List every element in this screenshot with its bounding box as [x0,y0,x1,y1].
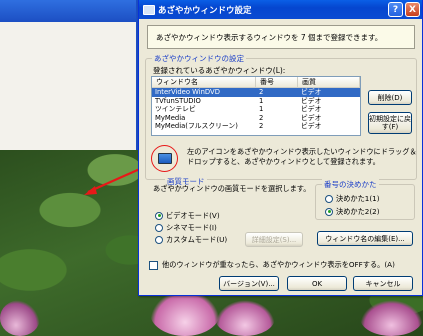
cinema-mode-radio[interactable]: シネマモード(I) [155,222,217,233]
edit-window-name-button[interactable]: ウィンドウ名の編集(E)... [317,231,413,246]
background-window-titlebar [0,0,140,22]
reset-defaults-button[interactable]: 初期設定に戻す(F) [368,112,412,134]
list-item-quality: ビデオ [301,113,322,122]
column-header-number[interactable]: 番号 [256,77,298,87]
method-2-radio[interactable]: 決めかた2(2) [325,206,380,217]
list-item-number: 1 [259,96,264,105]
dialog-title: あざやかウィンドウ設定 [158,5,252,16]
registered-list-label: 登録されているあざやかウィンドウ(L): [153,66,286,75]
list-item-name: ツインテレビ [155,105,196,114]
monitor-icon [157,153,172,164]
list-item[interactable]: MyMedia(フルスクリーン) 2 ビデオ [152,122,360,131]
list-item[interactable]: MyMedia 2 ビデオ [152,114,360,123]
version-button[interactable]: バージョン(V)... [219,276,279,291]
drag-instruction-text: 左のアイコンをあざやかウィンドウ表示したいウィンドウにドラッグ＆ドロップすると、… [187,147,417,166]
app-icon [143,4,155,15]
method-1-radio[interactable]: 決めかた1(1) [325,193,380,204]
column-header-quality[interactable]: 画質 [298,77,360,87]
detail-settings-button[interactable]: 詳細設定(S)... [245,232,303,247]
radio-indicator [155,211,163,220]
lotus-flower [360,300,423,336]
list-item-name: InterVideo WinDVD [155,88,220,96]
window-settings-title: あざやかウィンドウの設定 [152,53,246,64]
info-text: あざやかウィンドウ表示するウィンドウを 7 個まで登録できます。 [156,32,383,42]
checkbox-label: 他のウィンドウが重なったら、あざやかウィンドウ表示をOFFする。(A) [162,260,395,269]
list-item-quality: ビデオ [301,88,322,96]
number-method-title: 番号の決めかた [322,179,379,190]
list-item-number: 1 [259,105,264,114]
info-box: あざやかウィンドウ表示するウィンドウを 7 個まで登録できます。 [147,25,415,49]
list-item-quality: ビデオ [301,122,322,131]
lotus-flower [0,300,40,336]
radio-label: カスタムモード(U) [166,234,228,244]
list-item[interactable]: TVfunSTUDIO 1 ビデオ [152,97,360,106]
close-button[interactable]: X [405,2,420,17]
radio-indicator [155,223,163,232]
list-item-quality: ビデオ [301,105,322,114]
dialog-titlebar[interactable]: あざやかウィンドウ設定 ? X [139,0,422,19]
list-item-number: 2 [259,113,264,122]
radio-indicator [325,207,333,216]
ok-button[interactable]: OK [287,276,347,291]
radio-label: シネマモード(I) [166,222,217,232]
video-mode-radio[interactable]: ビデオモード(V) [155,210,220,221]
radio-label: ビデオモード(V) [166,210,220,220]
list-item-quality: ビデオ [301,96,322,105]
list-header: ウィンドウ名 番号 画質 [152,77,360,88]
registered-windows-list[interactable]: ウィンドウ名 番号 画質 InterVideo WinDVD 2 ビデオ TVf… [151,76,361,136]
lotus-flower [215,300,275,336]
list-item-name: TVfunSTUDIO [155,96,201,105]
custom-mode-radio[interactable]: カスタムモード(U) [155,234,227,245]
list-item-name: MyMedia [155,113,186,122]
help-button[interactable]: ? [388,2,403,17]
overlap-off-checkbox[interactable]: 他のウィンドウが重なったら、あざやかウィンドウ表示をOFFする。(A) [149,260,395,270]
list-item-number: 2 [259,122,264,131]
lotus-flower [150,290,220,336]
list-item-number: 2 [259,88,264,96]
cancel-button[interactable]: キャンセル [353,276,413,291]
delete-button[interactable]: 削除(D) [368,90,412,105]
drag-target-icon[interactable] [151,145,178,172]
radio-indicator [155,235,163,244]
vivid-window-settings-dialog: あざやかウィンドウ設定 ? X あざやかウィンドウ表示するウィンドウを 7 個ま… [138,0,423,296]
background-window [0,0,140,150]
list-item[interactable]: InterVideo WinDVD 2 ビデオ [152,88,360,97]
quality-mode-description: あざやかウィンドウの画質モードを選択します。 [153,184,311,193]
checkbox-indicator [149,260,158,270]
list-item-name: MyMedia(フルスクリーン) [155,122,238,131]
radio-label: 決めかた2(2) [336,206,380,216]
column-header-name[interactable]: ウィンドウ名 [152,77,256,87]
radio-label: 決めかた1(1) [336,193,380,203]
radio-indicator [325,194,333,203]
list-item[interactable]: ツインテレビ 1 ビデオ [152,105,360,114]
